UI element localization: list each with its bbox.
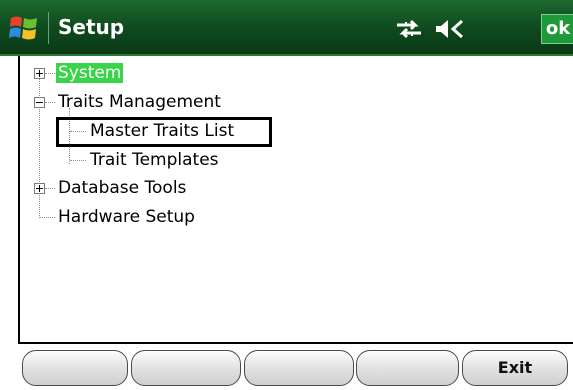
exit-button[interactable]: Exit xyxy=(462,350,568,386)
tree-item-trait-templates[interactable]: Trait Templates xyxy=(90,150,219,170)
ok-button[interactable]: ok xyxy=(541,14,573,44)
connectivity-icon[interactable] xyxy=(393,19,425,39)
tree-item-database-tools[interactable]: Database Tools xyxy=(58,178,186,198)
tree-connector xyxy=(40,217,55,219)
collapse-icon[interactable] xyxy=(34,97,45,108)
softkey-1[interactable] xyxy=(22,350,128,386)
tree-item-traits-management[interactable]: Traits Management xyxy=(58,92,221,112)
title-bar: Setup ok xyxy=(0,0,573,56)
expand-icon[interactable] xyxy=(34,68,45,79)
softkey-2[interactable] xyxy=(131,350,241,386)
volume-muted-icon[interactable] xyxy=(434,17,466,41)
tree-item-system[interactable]: System xyxy=(56,63,124,83)
expand-icon[interactable] xyxy=(34,183,45,194)
tree-connector xyxy=(39,68,41,218)
window-title: Setup xyxy=(58,15,125,39)
tree-connector xyxy=(45,102,55,104)
setup-tree-view[interactable]: System Traits Management Master Traits L… xyxy=(18,56,573,344)
softkey-4[interactable] xyxy=(356,350,459,386)
tree-connector xyxy=(45,188,55,190)
tree-connector xyxy=(45,73,55,75)
tree-connector xyxy=(70,160,86,162)
softkey-3[interactable] xyxy=(244,350,354,386)
windows-start-icon[interactable] xyxy=(8,12,40,44)
title-separator xyxy=(48,12,49,44)
focus-highlight-box xyxy=(56,117,272,147)
softkey-bar: Exit xyxy=(0,346,573,390)
tree-item-hardware-setup[interactable]: Hardware Setup xyxy=(58,207,195,227)
